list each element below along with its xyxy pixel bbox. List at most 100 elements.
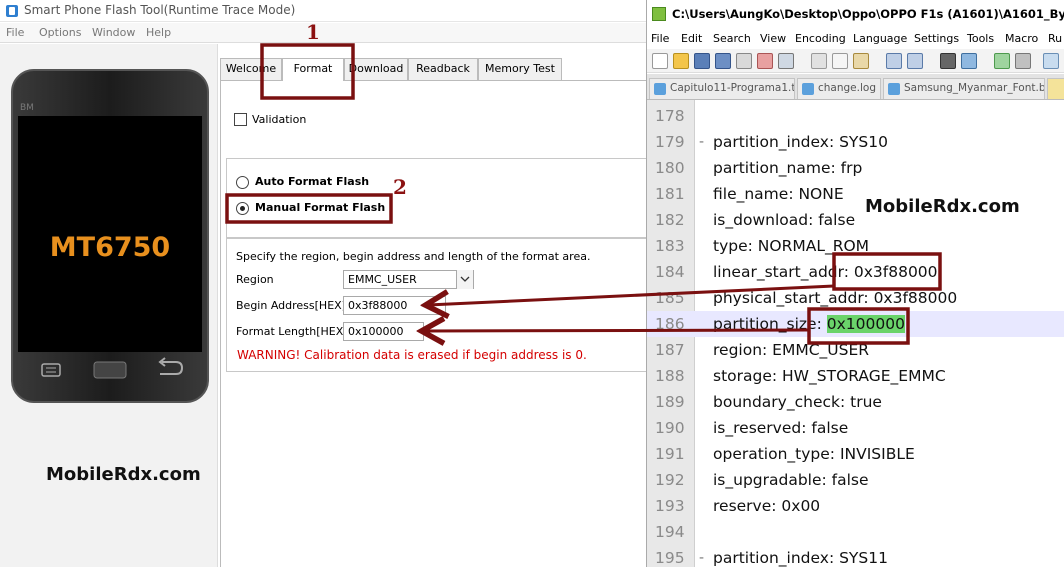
watermark-right: MobileRdx.com xyxy=(863,196,1022,217)
tab-download[interactable]: Download xyxy=(344,58,408,80)
close-all-icon[interactable] xyxy=(757,53,773,69)
np-menu-file[interactable]: File xyxy=(651,32,669,45)
line-text: storage: HW_STORAGE_EMMC xyxy=(713,363,946,389)
auto-format-radio[interactable] xyxy=(236,176,249,189)
line-number: 194 xyxy=(655,523,685,541)
save-all-icon[interactable] xyxy=(715,53,731,69)
tab-memory-test[interactable]: Memory Test xyxy=(478,58,562,80)
line-text-content: is_download: false xyxy=(713,211,856,229)
format-mode-group xyxy=(226,158,646,238)
find-icon[interactable] xyxy=(940,53,956,69)
chip-label: MT6750 xyxy=(50,232,170,263)
line-text: region: EMMC_USER xyxy=(713,337,869,363)
region-dropdown-button[interactable] xyxy=(456,270,473,289)
editor-line[interactable]: 186 partition_size: 0x100000 xyxy=(647,311,1064,337)
editor-line[interactable]: 187 region: EMMC_USER xyxy=(647,337,1064,363)
file-saved-icon xyxy=(802,83,814,95)
editor-line[interactable]: 190 is_reserved: false xyxy=(647,415,1064,441)
new-file-icon[interactable] xyxy=(652,53,668,69)
editor-line[interactable]: 184 linear_start_addr: 0x3f88000 xyxy=(647,259,1064,285)
zoom-out-icon[interactable] xyxy=(1015,53,1031,69)
editor-line[interactable]: 183 type: NORMAL_ROM xyxy=(647,233,1064,259)
editor-line[interactable]: 178 xyxy=(647,103,1064,129)
phone-illustration: BM MT6750 xyxy=(11,69,209,403)
file-tab-active[interactable] xyxy=(1047,78,1064,99)
fold-marker-icon[interactable]: - xyxy=(699,545,704,567)
open-file-icon[interactable] xyxy=(673,53,689,69)
format-instruction: Specify the region, begin address and le… xyxy=(236,250,591,263)
validation-checkbox[interactable] xyxy=(234,113,247,126)
undo-icon[interactable] xyxy=(886,53,902,69)
auto-format-label: Auto Format Flash xyxy=(255,175,370,188)
close-file-icon[interactable] xyxy=(736,53,752,69)
line-text-content: reserve: 0x00 xyxy=(713,497,821,515)
np-menu-encoding[interactable]: Encoding xyxy=(795,32,846,45)
line-text: physical_start_addr: 0x3f88000 xyxy=(713,285,957,311)
line-number: 184 xyxy=(655,263,685,281)
np-menu-macro[interactable]: Macro xyxy=(1005,32,1038,45)
replace-icon[interactable] xyxy=(961,53,977,69)
line-number: 185 xyxy=(655,289,685,307)
line-number: 187 xyxy=(655,341,685,359)
copy-icon[interactable] xyxy=(832,53,848,69)
menu-file[interactable]: File xyxy=(6,26,24,39)
line-number: 190 xyxy=(655,419,685,437)
np-menu-view[interactable]: View xyxy=(760,32,786,45)
editor-line[interactable]: 180 partition_name: frp xyxy=(647,155,1064,181)
editor-line[interactable]: 185 physical_start_addr: 0x3f88000 xyxy=(647,285,1064,311)
menu-help[interactable]: Help xyxy=(146,26,171,39)
format-length-input[interactable]: 0x100000 xyxy=(343,322,424,341)
begin-address-input[interactable]: 0x3f88000 xyxy=(343,296,446,315)
line-text-content: region: EMMC_USER xyxy=(713,341,870,359)
manual-format-radio[interactable] xyxy=(236,202,249,215)
file-tab-changelog[interactable]: change.log xyxy=(797,78,881,99)
fold-marker-icon[interactable]: - xyxy=(699,129,704,155)
line-text: reserve: 0x00 xyxy=(713,493,820,519)
line-text: type: NORMAL_ROM xyxy=(713,233,869,259)
editor-line[interactable]: 179- partition_index: SYS10 xyxy=(647,129,1064,155)
np-menu-tools[interactable]: Tools xyxy=(967,32,994,45)
line-number: 188 xyxy=(655,367,685,385)
editor-line[interactable]: 191 operation_type: INVISIBLE xyxy=(647,441,1064,467)
selected-text: 0x100000 xyxy=(826,315,905,333)
flash-tool-app-icon xyxy=(6,5,18,17)
line-number: 186 xyxy=(655,315,685,333)
print-icon[interactable] xyxy=(778,53,794,69)
line-text-content: partition_index: SYS10 xyxy=(713,133,888,151)
line-number: 193 xyxy=(655,497,685,515)
file-tab-capitulo11[interactable]: Capitulo11-Programa1.txt xyxy=(649,78,795,99)
tab-welcome[interactable]: Welcome xyxy=(220,58,282,80)
region-value: EMMC_USER xyxy=(348,273,417,286)
editor-line[interactable]: 189 boundary_check: true xyxy=(647,389,1064,415)
paste-icon[interactable] xyxy=(853,53,869,69)
editor-line[interactable]: 192 is_upgradable: false xyxy=(647,467,1064,493)
save-icon[interactable] xyxy=(694,53,710,69)
tab-readback[interactable]: Readback xyxy=(408,58,478,80)
editor-line[interactable]: 193 reserve: 0x00 xyxy=(647,493,1064,519)
np-menu-settings[interactable]: Settings xyxy=(914,32,959,45)
line-text-content: partition_name: frp xyxy=(713,159,863,177)
editor-line[interactable]: 195- partition_index: SYS11 xyxy=(647,545,1064,567)
editor-line[interactable]: 188 storage: HW_STORAGE_EMMC xyxy=(647,363,1064,389)
file-tab-samsung-font[interactable]: Samsung_Myanmar_Font.bat xyxy=(883,78,1045,99)
sync-scroll-icon[interactable] xyxy=(1043,53,1059,69)
redo-icon[interactable] xyxy=(907,53,923,69)
flash-tool-window: Smart Phone Flash Tool(Runtime Trace Mod… xyxy=(0,0,646,567)
format-length-label: Format Length[HEX]: xyxy=(236,325,352,338)
tab-format[interactable]: Format xyxy=(282,58,344,81)
region-select[interactable]: EMMC_USER xyxy=(343,270,474,289)
line-text: is_reserved: false xyxy=(713,415,848,441)
np-menu-language[interactable]: Language xyxy=(853,32,907,45)
phone-panel: BM MT6750 MobileRdx.com xyxy=(0,44,218,567)
np-menu-edit[interactable]: Edit xyxy=(681,32,702,45)
editor-line[interactable]: 194 xyxy=(647,519,1064,545)
menu-options[interactable]: Options xyxy=(39,26,81,39)
line-number: 192 xyxy=(655,471,685,489)
zoom-in-icon[interactable] xyxy=(994,53,1010,69)
line-text: file_name: NONE xyxy=(713,181,844,207)
np-menu-search[interactable]: Search xyxy=(713,32,751,45)
line-text: boundary_check: true xyxy=(713,389,882,415)
np-menu-run[interactable]: Ru xyxy=(1048,32,1062,45)
menu-window[interactable]: Window xyxy=(92,26,135,39)
cut-icon[interactable] xyxy=(811,53,827,69)
